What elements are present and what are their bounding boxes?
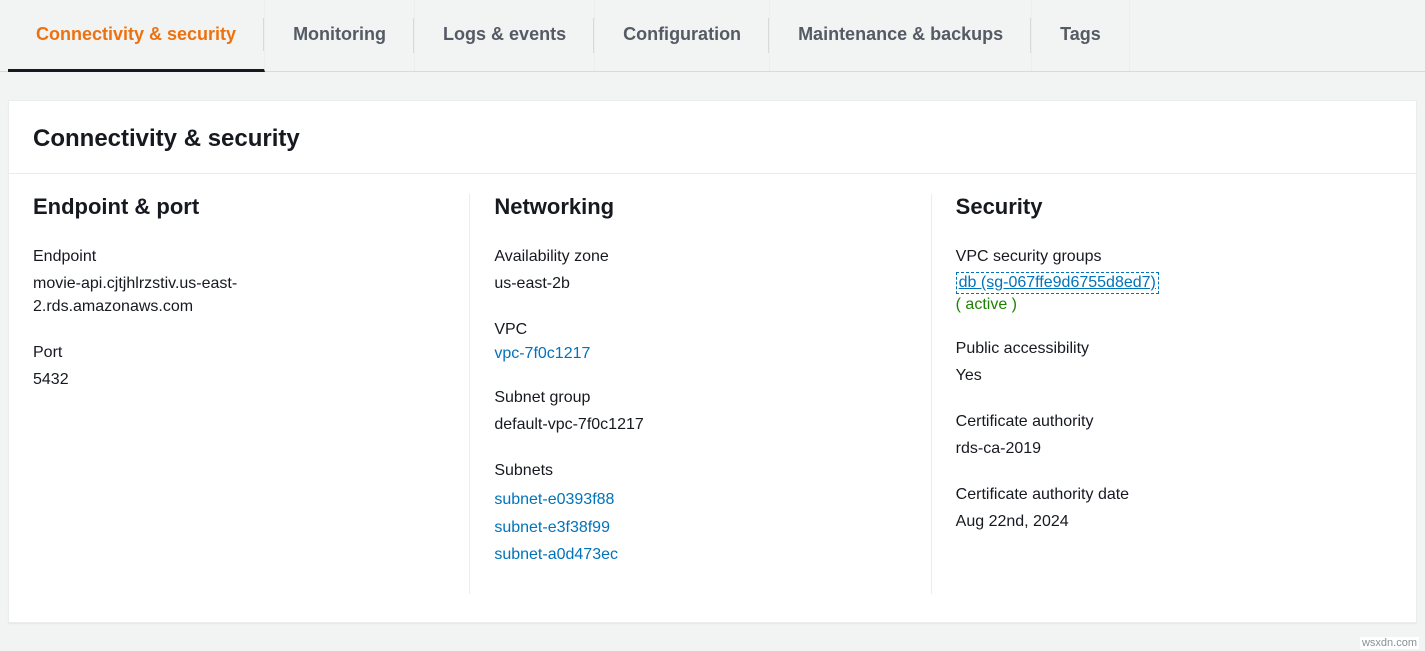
endpoint-value: movie-api.cjtjhlrzstiv.us-east-2.rds.ama… [33,272,263,318]
vpc-sg-label: VPC security groups [956,248,1368,266]
field-certificate-authority: Certificate authority rds-ca-2019 [956,413,1368,460]
port-label: Port [33,344,445,362]
subnet-link[interactable]: subnet-e3f38f99 [494,514,906,541]
public-accessibility-label: Public accessibility [956,340,1368,358]
ca-label: Certificate authority [956,413,1368,431]
az-label: Availability zone [494,248,906,266]
vpc-label: VPC [494,321,906,339]
security-heading: Security [956,194,1368,220]
field-public-accessibility: Public accessibility Yes [956,340,1368,387]
watermark: wsxdn.com [1360,637,1419,649]
vpc-sg-link[interactable]: db (sg-067ffe9d6755d8ed7) [956,272,1159,294]
field-certificate-authority-date: Certificate authority date Aug 22nd, 202… [956,486,1368,533]
tab-logs-events[interactable]: Logs & events [415,0,595,71]
subnet-group-value: default-vpc-7f0c1217 [494,413,906,436]
field-port: Port 5432 [33,344,445,391]
vpc-link[interactable]: vpc-7f0c1217 [494,345,906,363]
tab-bar: Connectivity & security Monitoring Logs … [0,0,1425,72]
subnet-link[interactable]: subnet-a0d473ec [494,541,906,568]
port-value: 5432 [33,368,445,391]
panel-body: Endpoint & port Endpoint movie-api.cjtjh… [9,174,1416,622]
column-endpoint-port: Endpoint & port Endpoint movie-api.cjtjh… [33,194,469,594]
public-accessibility-value: Yes [956,364,1368,387]
subnet-link[interactable]: subnet-e0393f88 [494,486,906,513]
connectivity-security-panel: Connectivity & security Endpoint & port … [8,100,1417,623]
column-networking: Networking Availability zone us-east-2b … [469,194,930,594]
az-value: us-east-2b [494,272,906,295]
field-vpc: VPC vpc-7f0c1217 [494,321,906,363]
field-subnets: Subnets subnet-e0393f88 subnet-e3f38f99 … [494,462,906,568]
ca-date-label: Certificate authority date [956,486,1368,504]
field-vpc-security-groups: VPC security groups db (sg-067ffe9d6755d… [956,248,1368,314]
panel-header: Connectivity & security [9,101,1416,174]
field-subnet-group: Subnet group default-vpc-7f0c1217 [494,389,906,436]
networking-heading: Networking [494,194,906,220]
column-security: Security VPC security groups db (sg-067f… [931,194,1392,594]
ca-date-value: Aug 22nd, 2024 [956,510,1368,533]
subnets-list: subnet-e0393f88 subnet-e3f38f99 subnet-a… [494,486,906,568]
subnets-label: Subnets [494,462,906,480]
subnet-group-label: Subnet group [494,389,906,407]
vpc-sg-status: ( active ) [956,296,1368,314]
field-availability-zone: Availability zone us-east-2b [494,248,906,295]
panel-title: Connectivity & security [33,125,1392,153]
endpoint-label: Endpoint [33,248,445,266]
endpoint-port-heading: Endpoint & port [33,194,445,220]
ca-value: rds-ca-2019 [956,437,1368,460]
tab-monitoring[interactable]: Monitoring [265,0,415,71]
tab-connectivity-security[interactable]: Connectivity & security [8,0,265,72]
field-endpoint: Endpoint movie-api.cjtjhlrzstiv.us-east-… [33,248,445,318]
tab-maintenance-backups[interactable]: Maintenance & backups [770,0,1032,71]
tab-configuration[interactable]: Configuration [595,0,770,71]
tab-tags[interactable]: Tags [1032,0,1130,71]
